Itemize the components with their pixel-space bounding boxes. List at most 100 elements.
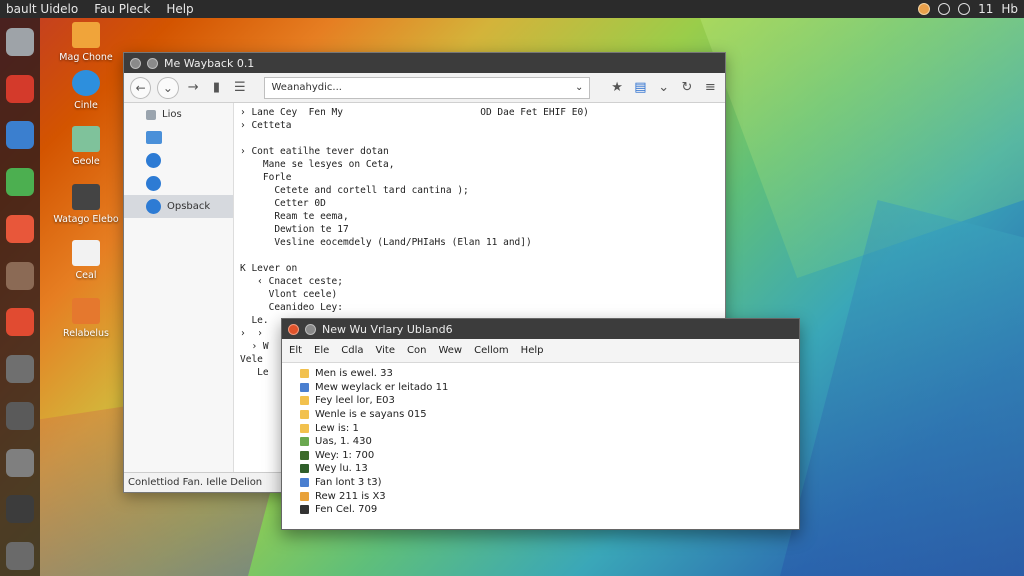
file-name: Uas, 1. 430 bbox=[315, 436, 372, 448]
list-item[interactable]: Fen Cel. 709 bbox=[288, 503, 793, 517]
list-item[interactable]: Uas, 1. 430 bbox=[288, 435, 793, 449]
folder-icon bbox=[146, 131, 162, 144]
sidebar-item[interactable]: Opsback bbox=[124, 195, 233, 218]
minimize-button[interactable] bbox=[305, 323, 316, 335]
forward-button[interactable]: ⌄ bbox=[157, 76, 179, 99]
desktop-icon[interactable]: Cinle bbox=[49, 70, 123, 111]
color-wheel-icon bbox=[6, 168, 34, 197]
launcher-item[interactable] bbox=[3, 209, 37, 249]
refresh-icon[interactable]: ↻ bbox=[678, 80, 695, 95]
sidebar-item[interactable]: Lios bbox=[124, 103, 233, 126]
content-line bbox=[240, 133, 720, 146]
desktop-icon-label: Ceal bbox=[75, 270, 97, 281]
menu-icon[interactable]: ☰ bbox=[231, 80, 248, 95]
star-icon[interactable]: ★ bbox=[608, 80, 625, 95]
dash-home-icon bbox=[6, 27, 34, 56]
network-status-icon[interactable] bbox=[938, 3, 951, 15]
list-item[interactable]: Men is ewel. 33 bbox=[288, 367, 793, 381]
list-item[interactable]: Wenle is e sayans 015 bbox=[288, 408, 793, 422]
list-item[interactable]: Lew is: 1 bbox=[288, 421, 793, 435]
desktop-icon-label: Relabelus bbox=[63, 328, 109, 339]
desktop-icon-label: Geole bbox=[72, 156, 100, 167]
content-line: Forle bbox=[240, 172, 292, 183]
back-button[interactable]: ← bbox=[130, 76, 152, 99]
menu-help[interactable]: Help bbox=[160, 2, 203, 16]
file-list: Men is ewel. 33 Mew weylack er leitado 11… bbox=[282, 363, 799, 521]
launcher-item[interactable] bbox=[3, 162, 37, 202]
launcher-item[interactable] bbox=[3, 536, 37, 576]
menu-icon[interactable]: ≡ bbox=[702, 80, 719, 95]
launcher-item[interactable] bbox=[3, 116, 37, 156]
desktop-item-icon bbox=[72, 240, 100, 266]
session-indicator[interactable]: Hb bbox=[1001, 2, 1018, 16]
sidebar-item[interactable] bbox=[124, 126, 233, 149]
launcher-item[interactable] bbox=[3, 22, 37, 62]
desktop-icon-label: Mag Chone bbox=[59, 52, 113, 63]
file-icon bbox=[300, 396, 309, 406]
view-icon[interactable]: ▤ bbox=[632, 80, 649, 95]
document-icon bbox=[6, 308, 34, 337]
menu-bar: Elt Ele Cdla Vite Con Wew Cellom Help bbox=[282, 339, 799, 363]
launcher bbox=[0, 18, 40, 576]
trash-icon bbox=[6, 542, 34, 571]
menu-item[interactable]: Ele bbox=[314, 345, 329, 356]
updates-icon[interactable] bbox=[918, 3, 931, 15]
list-item[interactable]: Rew 211 is X3 bbox=[288, 489, 793, 503]
status-text: Conlettiod Fan. Ielle Delion bbox=[128, 477, 263, 488]
music-app-icon bbox=[6, 74, 34, 103]
chevron-down-icon: ⌄ bbox=[162, 80, 173, 95]
launcher-item[interactable] bbox=[3, 303, 37, 343]
file-icon bbox=[300, 437, 309, 447]
desktop-item-icon bbox=[72, 22, 100, 48]
sidebar-item[interactable] bbox=[124, 149, 233, 172]
desktop-icon[interactable]: Relabelus bbox=[49, 298, 123, 339]
window-titlebar[interactable]: Me Wayback 0.1 bbox=[124, 53, 725, 73]
menu-item[interactable]: Wew bbox=[438, 345, 462, 356]
desktop-icon-label: Cinle bbox=[74, 100, 98, 111]
address-text: Weanahydic... bbox=[271, 82, 342, 93]
list-item[interactable]: Fan lont 3 t3) bbox=[288, 476, 793, 490]
file-icon bbox=[300, 450, 309, 460]
disk-utility-icon bbox=[6, 355, 34, 384]
menu-item[interactable]: Cellom bbox=[474, 345, 509, 356]
list-item[interactable]: Wey: 1: 700 bbox=[288, 449, 793, 463]
bookmark-icon[interactable]: ▮ bbox=[208, 80, 225, 95]
minimize-button[interactable] bbox=[147, 57, 158, 69]
menu-item[interactable]: Con bbox=[407, 345, 426, 356]
address-bar[interactable]: Weanahydic... ⌄ bbox=[264, 76, 591, 99]
close-button[interactable] bbox=[288, 323, 299, 335]
menu-item[interactable]: Vite bbox=[376, 345, 395, 356]
desktop-icon[interactable]: Geole bbox=[49, 126, 123, 167]
launcher-item[interactable] bbox=[3, 256, 37, 296]
close-button[interactable] bbox=[130, 57, 141, 69]
arrow-right-icon[interactable]: → bbox=[185, 80, 202, 95]
file-name: Rew 211 is X3 bbox=[315, 490, 386, 502]
window-titlebar[interactable]: New Wu Vrlary Ubland6 bbox=[282, 319, 799, 339]
dropdown-icon[interactable]: ⌄ bbox=[575, 82, 583, 93]
chevron-down-icon[interactable]: ⌄ bbox=[655, 80, 672, 95]
file-icon bbox=[300, 491, 309, 501]
menu-item[interactable]: Elt bbox=[289, 345, 302, 356]
menu-item[interactable]: Help bbox=[521, 345, 544, 356]
content-line: Vesline eocemdely (Land/PHIaHs (Elan 11 … bbox=[240, 237, 532, 248]
list-item[interactable]: Wey lu. 13 bbox=[288, 462, 793, 476]
launcher-item[interactable] bbox=[3, 396, 37, 436]
launcher-item[interactable] bbox=[3, 349, 37, 389]
list-item[interactable]: Fey leel lor, E03 bbox=[288, 394, 793, 408]
file-name: Fen Cel. 709 bbox=[315, 504, 378, 516]
sidebar-item[interactable] bbox=[124, 172, 233, 195]
desktop-icon[interactable]: Watago Elebo bbox=[49, 184, 123, 225]
launcher-item[interactable] bbox=[3, 490, 37, 530]
file-icon bbox=[300, 505, 309, 515]
menu-app[interactable]: bault Uidelo bbox=[0, 2, 88, 16]
menu-item[interactable]: Cdla bbox=[341, 345, 363, 356]
sound-icon[interactable] bbox=[958, 3, 971, 15]
list-item[interactable]: Mew weylack er leitado 11 bbox=[288, 381, 793, 395]
menu-edit[interactable]: Fau Pleck bbox=[88, 2, 160, 16]
desktop-icon[interactable]: Mag Chone bbox=[49, 22, 123, 63]
clock[interactable]: 11 bbox=[978, 2, 993, 16]
desktop-icon[interactable]: Ceal bbox=[49, 240, 123, 281]
launcher-item[interactable] bbox=[3, 443, 37, 483]
sidebar-item-label: Lios bbox=[162, 109, 182, 120]
launcher-item[interactable] bbox=[3, 69, 37, 109]
